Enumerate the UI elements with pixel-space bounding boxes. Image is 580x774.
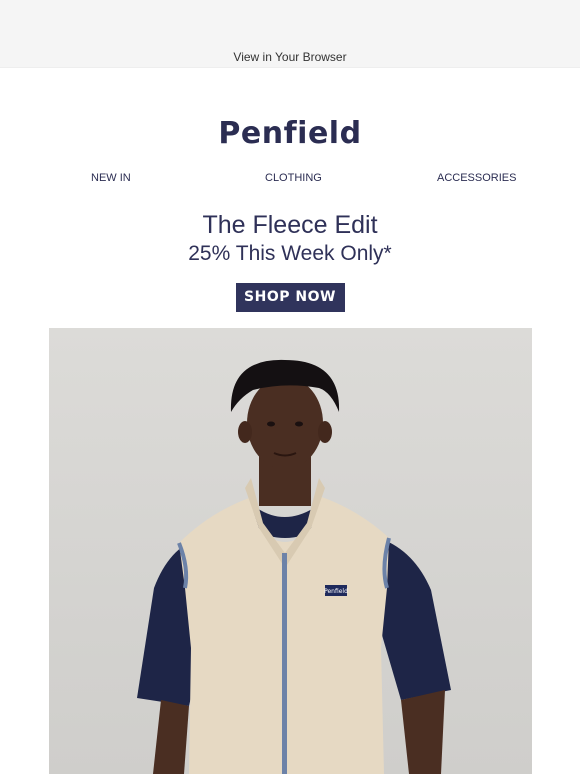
right-sleeve <box>377 538 451 700</box>
view-in-browser-link[interactable]: View in Your Browser <box>0 50 580 64</box>
subheadline: 25% This Week Only* <box>188 242 392 265</box>
nav-item-clothing[interactable]: CLOTHING <box>265 172 322 184</box>
badge-text: Penfield <box>324 588 348 595</box>
top-bar: View in Your Browser <box>0 0 580 68</box>
nav-item-accessories[interactable]: ACCESSORIES <box>437 172 516 184</box>
shop-now-button[interactable]: SHOP NOW <box>235 283 345 312</box>
cta-container: SHOP NOW <box>0 283 580 313</box>
zipper <box>282 553 287 774</box>
main-nav: NEW IN CLOTHING ACCESSORIES <box>0 172 580 188</box>
brand-logo[interactable]: Penfield <box>218 116 361 152</box>
hero-image[interactable]: Penfield <box>49 328 532 774</box>
model-illustration: Penfield <box>137 359 451 774</box>
nav-item-new-in[interactable]: NEW IN <box>91 172 131 184</box>
headline: The Fleece Edit <box>202 211 378 239</box>
logo-container: Penfield <box>0 116 580 152</box>
right-arm <box>401 690 445 774</box>
left-arm <box>153 700 189 774</box>
